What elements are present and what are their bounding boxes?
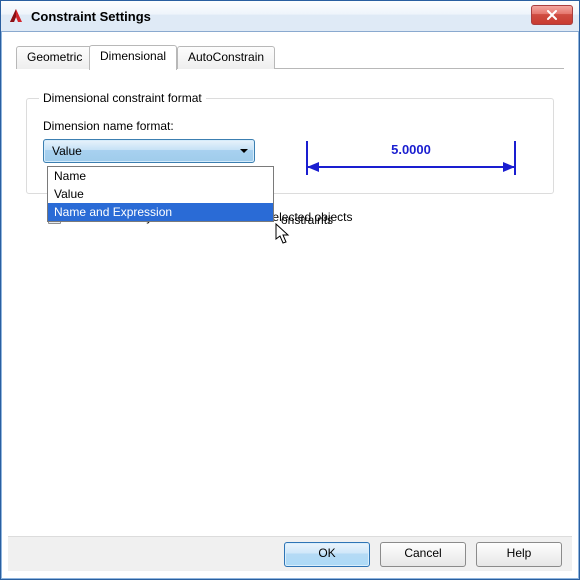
dimension-preview: 5.0000 [301,139,521,175]
option-name-and-expression[interactable]: Name and Expression [48,203,273,221]
titlebar: Constraint Settings [1,1,579,32]
dimension-value-text: 5.0000 [391,142,431,157]
tab-dimensional[interactable]: Dimensional [89,45,177,70]
help-button[interactable]: Help [476,542,562,567]
format-groupbox: Dimensional constraint format Dimension … [26,91,554,194]
name-format-combobox[interactable]: Value [43,139,255,163]
dimensional-panel: Dimensional constraint format Dimension … [26,91,554,224]
name-format-row: Value [43,139,541,175]
app-icon [7,7,25,25]
name-format-label: Dimension name format: [43,119,541,133]
dialog-title: Constraint Settings [31,9,151,24]
cancel-button[interactable]: Cancel [380,542,466,567]
name-format-dropdown-list: Name Value Name and Expression [47,166,274,222]
tab-strip: Geometric Dimensional AutoConstrain [16,45,564,69]
close-button[interactable] [531,5,573,25]
annotational-constraints-text-fragment: onstraints [281,213,333,227]
dialog-body: Geometric Dimensional AutoConstrain Dime… [8,39,572,533]
option-name[interactable]: Name [48,167,273,185]
combobox-selected-text: Value [44,144,234,158]
close-icon [546,10,558,20]
tab-geometric[interactable]: Geometric [16,46,93,69]
tab-autoconstrain[interactable]: AutoConstrain [177,46,275,69]
constraint-settings-dialog: Constraint Settings Geometric Dimensiona… [0,0,580,580]
option-value[interactable]: Value [48,185,273,203]
ok-button[interactable]: OK [284,542,370,567]
chevron-down-icon [234,140,254,162]
groupbox-legend: Dimensional constraint format [39,91,206,105]
button-bar: OK Cancel Help [8,536,572,571]
